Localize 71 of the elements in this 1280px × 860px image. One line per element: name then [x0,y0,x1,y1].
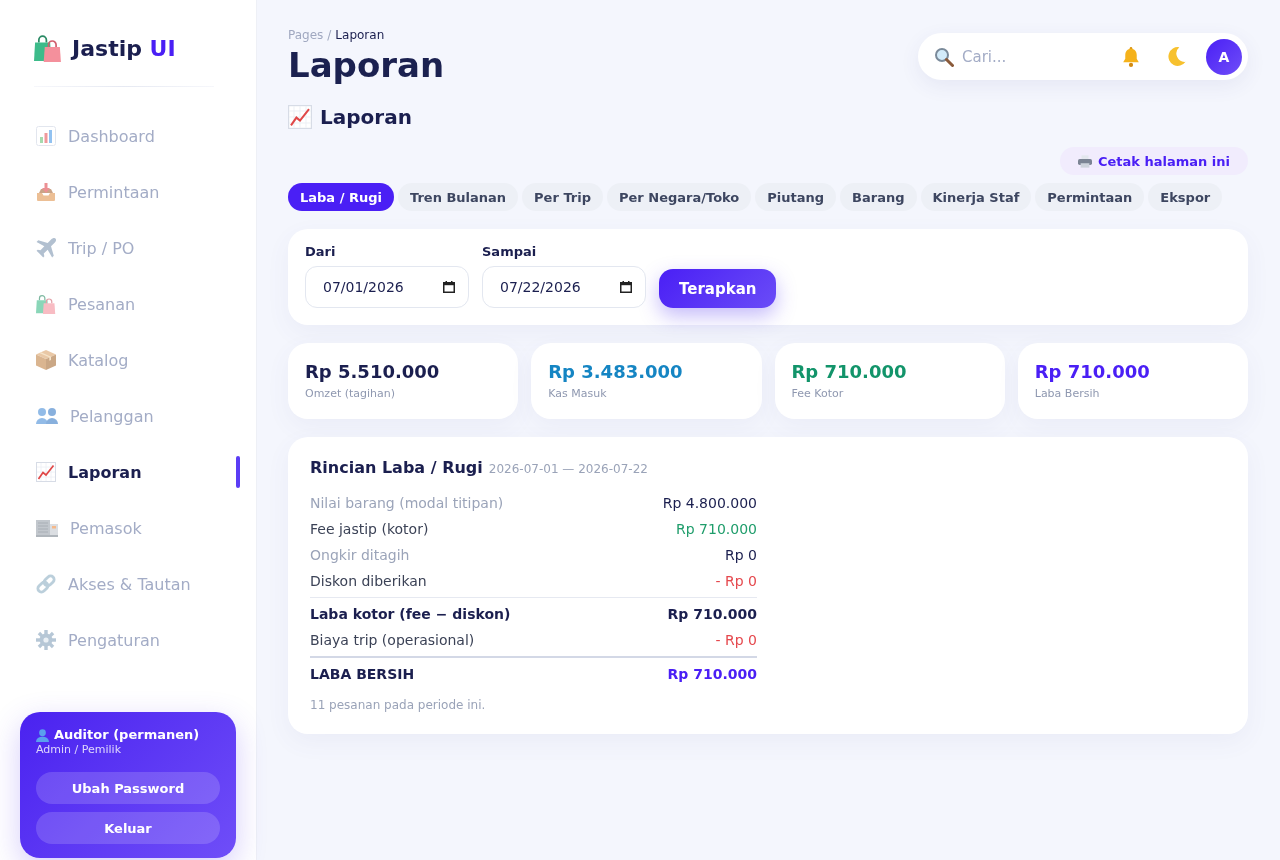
stat-value: Rp 710.000 [1034,361,1151,383]
search-field[interactable]: Cari... [962,44,1106,69]
user-name: Auditor (permanen) [54,727,200,743]
shopping-bags-icon [34,34,62,62]
row-value: Rp 0 [725,547,757,563]
tab[interactable]: Tren Bulanan [397,183,519,211]
field-label: Sampai [482,244,538,260]
row-value: Rp 710.000 [667,666,757,682]
apply-button[interactable]: Terapkan [659,269,777,308]
row-label: Diskon diberikan [310,573,427,589]
logout-button[interactable]: Keluar [36,812,220,844]
tab[interactable]: Kinerja Staf [920,183,1032,211]
row-label: Nilai barang (modal titipan) [310,495,504,511]
row-value: - Rp 0 [715,632,757,648]
user-icon [36,728,49,742]
printer-icon [1077,154,1092,168]
row-label: Fee jastip (kotor) [310,521,429,537]
stat-label: Kas Masuk [548,387,608,401]
avatar[interactable]: A [1206,38,1242,75]
calendar-icon[interactable] [620,281,632,293]
row-value: Rp 710.000 [676,521,757,537]
stat-value: Rp 5.510.000 [305,361,441,383]
bell-icon[interactable] [1122,46,1140,67]
breadcrumb-separator: / [327,28,332,42]
package-icon [36,350,56,370]
tab[interactable]: Per Negara/Toko [607,183,752,211]
calendar-icon[interactable] [443,281,455,293]
row-label: Biaya trip (operasional) [310,632,475,648]
building-icon [36,519,58,537]
date-field[interactable]: 07/01/2026 [305,266,469,308]
user-role: Admin / Pemilik [36,743,123,757]
line-chart-icon [36,462,56,482]
line-chart-icon [288,105,312,129]
tab[interactable]: Permintaan [1035,183,1145,211]
stat-value: Rp 710.000 [791,361,908,383]
stat-label: Omzet (tagihan) [305,387,397,401]
row-label: Laba kotor (fee − diskon) [310,606,511,622]
settings-icon [36,630,56,650]
logo-text: Jastip UI [72,35,176,61]
airplane-icon [36,238,56,258]
breadcrumb-current: Laporan [335,28,385,42]
print-button[interactable]: Cetak halaman ini [1059,147,1248,175]
row-label: Ongkir ditagih [310,547,410,563]
section-title: Laporan [320,104,412,131]
tab[interactable]: Laba / Rugi [288,183,394,211]
tab[interactable]: Ekspor [1148,183,1223,211]
date-field[interactable]: 07/22/2026 [482,266,646,308]
inbox-tray-icon [36,182,56,202]
tab[interactable]: Per Trip [522,183,603,211]
shopping-bags-icon [36,294,56,314]
field-label: Dari [305,244,337,260]
date-range: 2026-07-01 — 2026-07-22 [488,462,648,476]
chain-link-icon [36,574,56,594]
stat-label: Laba Bersih [1034,387,1101,401]
search-icon [934,46,954,67]
nav-item[interactable]: Laporan [34,452,240,492]
card-title: Rincian Laba / Rugi [310,458,483,478]
active-indicator [236,456,240,488]
bar-chart-icon [36,126,56,146]
stat-value: Rp 3.483.000 [548,361,684,383]
stat-label: Fee Kotor [791,387,845,401]
people-icon [36,408,58,424]
tab[interactable]: Barang [840,183,917,211]
tab[interactable]: Piutang [755,183,837,211]
page-title: Laporan [288,45,445,85]
row-value: Rp 710.000 [667,606,757,622]
row-value: - Rp 0 [715,573,757,589]
row-label: LABA BERSIH [310,666,415,682]
footnote: 11 pesanan pada periode ini. [310,697,487,713]
change-password-button[interactable]: Ubah Password [36,772,220,804]
row-value: Rp 4.800.000 [662,495,757,511]
